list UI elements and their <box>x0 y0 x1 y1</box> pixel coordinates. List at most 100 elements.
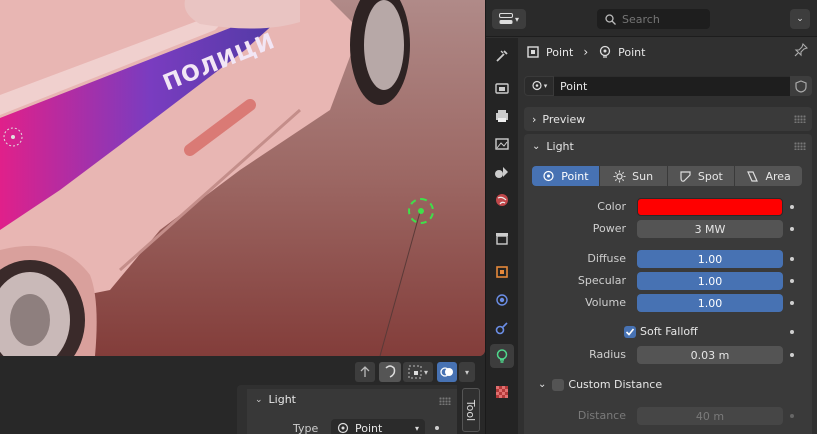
object-square-icon <box>496 266 508 278</box>
tab-light-data[interactable] <box>490 344 514 368</box>
light-type-area[interactable]: Area <box>735 166 802 186</box>
preview-panel-header[interactable]: › Preview <box>524 107 812 131</box>
panel-grip-icon[interactable] <box>794 115 806 123</box>
light-type-point[interactable]: Point <box>532 166 599 186</box>
chevron-down-icon: ▾ <box>514 14 519 24</box>
gizmo-toggle-button[interactable] <box>355 362 375 382</box>
animate-dot[interactable] <box>790 301 794 305</box>
datablock-browse-button[interactable]: ▾ <box>524 76 554 96</box>
animate-dot[interactable] <box>435 426 439 430</box>
diffuse-slider[interactable]: 1.00 <box>637 250 783 268</box>
3d-viewport[interactable]: ПОЛИЦИ ▾ ▾ ⌄ Light Type Point ▾ Tool <box>0 0 485 434</box>
tab-object[interactable] <box>490 260 514 284</box>
panel-grip-icon[interactable] <box>794 142 806 150</box>
chevron-down-icon: ⌄ <box>532 140 541 152</box>
overlay-circles-icon <box>440 367 453 377</box>
animate-dot[interactable] <box>790 257 794 261</box>
light-type-spot[interactable]: Spot <box>667 166 735 186</box>
view-layer-icon <box>495 138 509 150</box>
texture-checker-icon <box>496 386 508 398</box>
tab-physics[interactable] <box>490 288 514 312</box>
tab-scene[interactable] <box>490 160 514 184</box>
light-panel-body: Point Sun Spot Area Color Power 3 MW Dif… <box>524 158 812 434</box>
chevron-down-icon: ⌄ <box>538 379 547 390</box>
overlays-dropdown[interactable]: ▾ <box>459 362 475 382</box>
diffuse-label: Diffuse <box>587 252 626 265</box>
viewport-scene[interactable]: ПОЛИЦИ <box>0 0 485 356</box>
magnet-icon <box>385 365 396 378</box>
animate-dot[interactable] <box>790 414 794 418</box>
panel-grip-icon[interactable] <box>439 397 451 405</box>
volume-label: Volume <box>585 296 626 309</box>
chevron-down-icon: ⌄ <box>255 394 263 405</box>
animate-dot[interactable] <box>790 227 794 231</box>
color-swatch[interactable] <box>637 198 783 216</box>
arrow-up-icon <box>360 366 370 377</box>
animate-dot[interactable] <box>790 353 794 357</box>
chevron-down-icon: ▾ <box>423 367 428 377</box>
animate-dot[interactable] <box>790 205 794 209</box>
properties-header: ▾ ⌄ <box>486 0 817 37</box>
tool-type-dropdown[interactable]: Point ▾ <box>331 419 425 434</box>
tab-texture[interactable] <box>490 380 514 404</box>
distance-field[interactable]: 40 m <box>637 407 783 425</box>
search-input[interactable] <box>622 12 702 26</box>
specular-slider[interactable]: 1.00 <box>637 272 783 290</box>
tool-sidebar-tab[interactable]: Tool <box>462 388 480 432</box>
pin-icon[interactable] <box>794 42 809 60</box>
chevron-down-icon: ▾ <box>464 367 469 377</box>
tool-type-label: Type <box>293 422 319 434</box>
search-icon <box>605 13 616 25</box>
tab-world[interactable] <box>490 188 514 212</box>
options-dropdown[interactable]: ⌄ <box>790 9 810 29</box>
soft-falloff-checkbox-row[interactable]: Soft Falloff <box>624 325 698 338</box>
snap-toggle-button[interactable] <box>379 362 401 382</box>
overlays-toggle-button[interactable] <box>437 362 457 382</box>
radius-field[interactable]: 0.03 m <box>637 346 783 364</box>
tab-constraints[interactable] <box>490 316 514 340</box>
light-panel-header[interactable]: ⌄ Light <box>524 134 812 158</box>
tool-panel-header[interactable]: ⌄ Light <box>255 393 296 406</box>
tool-panel-title: Light <box>268 393 296 406</box>
spot-light-icon <box>680 170 691 182</box>
volume-slider[interactable]: 1.00 <box>637 294 783 312</box>
animate-dot[interactable] <box>790 279 794 283</box>
tool-settings-panel: ⌄ Light Type Point ▾ <box>237 385 457 434</box>
breadcrumb-object: Point <box>546 45 574 59</box>
datablock-name-field[interactable]: Point <box>554 76 790 96</box>
distance-label: Distance <box>577 409 626 422</box>
shield-icon <box>795 79 807 93</box>
tab-render[interactable] <box>490 76 514 100</box>
custom-distance-subpanel-header[interactable]: ⌄ Custom Distance <box>538 378 662 391</box>
preview-panel-title: Preview <box>542 112 586 126</box>
chevron-down-icon: ⌄ <box>796 14 804 24</box>
fake-user-button[interactable] <box>790 76 812 96</box>
object-square-icon <box>527 46 539 58</box>
snap-target-dropdown[interactable]: ▾ <box>403 362 433 382</box>
light-panel-title: Light <box>546 139 574 153</box>
chevron-down-icon: ▾ <box>543 82 548 90</box>
power-field[interactable]: 3 MW <box>637 220 783 238</box>
tab-output[interactable] <box>490 104 514 128</box>
editor-type-button[interactable]: ▾ <box>492 9 526 29</box>
animate-dot[interactable] <box>790 330 794 334</box>
tab-view-layer[interactable] <box>490 132 514 156</box>
custom-distance-checkbox[interactable] <box>552 378 565 391</box>
soft-falloff-checkbox[interactable] <box>624 325 636 338</box>
tab-tool[interactable] <box>490 44 514 68</box>
light-type-label: Area <box>765 169 791 183</box>
search-field[interactable] <box>597 9 710 29</box>
properties-editor: ▾ ⌄ <box>485 0 817 434</box>
constraint-icon <box>495 322 508 335</box>
render-camera-icon <box>495 83 509 94</box>
tab-collection[interactable] <box>490 226 514 250</box>
tool-wrench-icon <box>496 50 508 62</box>
light-type-sun[interactable]: Sun <box>599 166 667 186</box>
properties-editor-icon <box>498 13 513 24</box>
properties-tab-bar <box>486 38 518 434</box>
world-icon <box>496 194 508 206</box>
point-light-gizmo[interactable] <box>408 198 434 224</box>
collection-box-icon <box>496 233 508 245</box>
light-type-selector: Point Sun Spot Area <box>532 166 802 186</box>
breadcrumb: Point › Point <box>526 40 645 64</box>
